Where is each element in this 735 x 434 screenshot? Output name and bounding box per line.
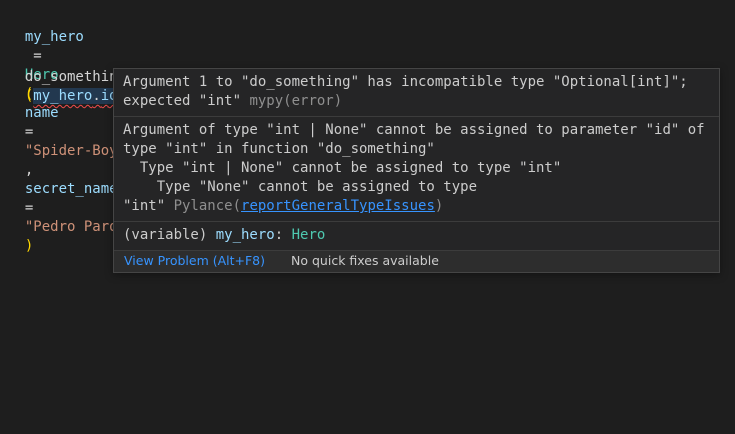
hover-section-mypy: Argument 1 to "do_something" has incompa… — [114, 69, 719, 116]
token-string-spider-boy: "Spider-Boy" — [25, 143, 126, 159]
variable-info-colon: : — [275, 227, 292, 243]
editor-surface[interactable]: { "editor": { "background": "#1e1e1e", "… — [0, 0, 735, 434]
token-arg-my-hero: my_hero — [33, 88, 92, 104]
code-line-2[interactable]: do_something (my_hero.id) — [8, 49, 126, 106]
token-comma: , — [25, 162, 42, 178]
hover-section-variable-info: (variable) my_hero: Hero — [114, 222, 719, 250]
pylance-source-close: ) — [435, 198, 443, 214]
token-func-do-something: do_something — [25, 69, 126, 85]
token-dot: . — [92, 88, 100, 104]
token-variable-my-hero: my_hero — [25, 29, 84, 45]
no-quick-fixes-label: No quick fixes available — [291, 254, 439, 268]
variable-info-name: my_hero — [216, 227, 275, 243]
hover-statusbar: View Problem (Alt+F8) No quick fixes ava… — [114, 250, 719, 272]
variable-info-prefix: (variable) — [123, 227, 216, 243]
pylance-message-line-4: Type "None" cannot be assigned to type — [123, 178, 710, 197]
token-kwarg-eq2: = — [25, 200, 33, 216]
variable-info-type: Hero — [292, 227, 326, 243]
mypy-message-line-2-text: expected "int" — [123, 93, 249, 109]
pylance-message-line-2: type "int" in function "do_something" — [123, 140, 710, 159]
mypy-message-line-1: Argument 1 to "do_something" has incompa… — [123, 73, 710, 92]
hover-section-pylance: Argument of type "int | None" cannot be … — [114, 117, 719, 221]
pylance-message-line-3: Type "int | None" cannot be assigned to … — [123, 159, 710, 178]
pylance-source-open: Pylance( — [174, 198, 241, 214]
token-close-paren: ) — [25, 238, 33, 254]
token-kwarg-eq: = — [25, 124, 33, 140]
view-problem-link[interactable]: View Problem (Alt+F8) — [124, 254, 265, 268]
pylance-message-line-1: Argument of type "int | None" cannot be … — [123, 121, 710, 140]
token-kwarg-secret-name: secret_name — [25, 181, 118, 197]
mypy-message-line-2: expected "int" mypy(error) — [123, 92, 710, 111]
pylance-message-line-5: "int" Pylance(reportGeneralTypeIssues) — [123, 197, 710, 216]
pylance-line-5-text: "int" — [123, 198, 174, 214]
token-kwarg-name: name — [25, 105, 59, 121]
variable-info-line: (variable) my_hero: Hero — [123, 226, 710, 245]
mypy-source-label: mypy(error) — [249, 93, 342, 109]
error-highlight-my-hero-id[interactable]: my_hero.id — [33, 88, 117, 104]
pylance-rule-link[interactable]: reportGeneralTypeIssues — [241, 198, 435, 214]
hover-tooltip: Argument 1 to "do_something" has incompa… — [113, 68, 720, 273]
